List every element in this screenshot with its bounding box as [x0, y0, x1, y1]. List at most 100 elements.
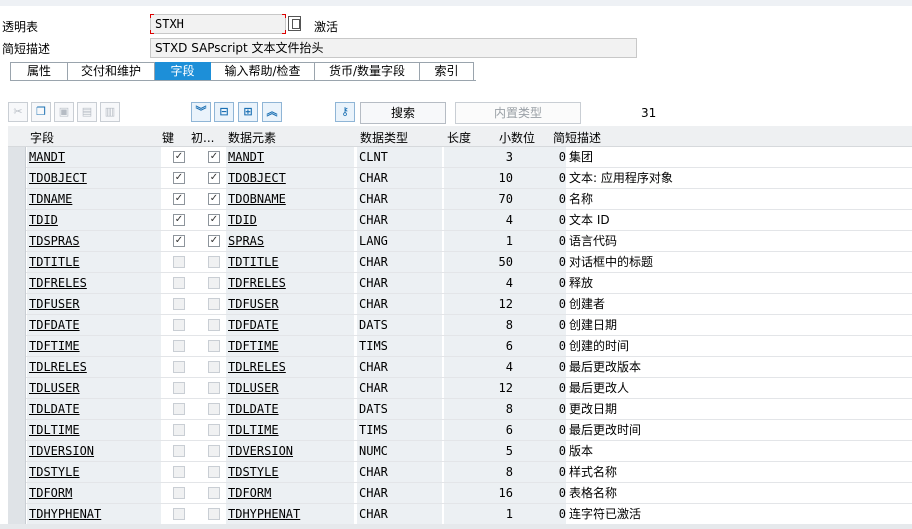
key-checkbox[interactable]	[173, 382, 185, 394]
field-name-cell[interactable]: TDFRELES	[27, 273, 161, 293]
initial-cell[interactable]: ✓	[202, 147, 228, 167]
data-element-cell[interactable]: TDFDATE	[226, 315, 354, 335]
length-cell[interactable]: 1	[444, 231, 516, 251]
key-cell[interactable]	[167, 378, 193, 398]
copy-icon[interactable]	[288, 16, 301, 31]
table-row[interactable]: TDSPRAS ✓ ✓ SPRAS LANG 1 0 语言代码	[26, 231, 912, 252]
decimals-cell[interactable]: 0	[516, 273, 566, 293]
field-name-cell[interactable]: TDLUSER	[27, 378, 161, 398]
initial-cell[interactable]	[202, 336, 228, 356]
key-checkbox[interactable]	[173, 361, 185, 373]
field-name-cell[interactable]: MANDT	[27, 147, 161, 167]
table-row[interactable]: TDOBJECT ✓ ✓ TDOBJECT CHAR 10 0 文本: 应用程序对象	[26, 168, 912, 189]
field-name-cell[interactable]: TDSTYLE	[27, 462, 161, 482]
decimals-cell[interactable]: 0	[516, 483, 566, 503]
cut-row-button[interactable]: ✂	[8, 102, 28, 122]
table-row[interactable]: TDFDATE TDFDATE DATS 8 0 创建日期	[26, 315, 912, 336]
data-type-cell[interactable]: CHAR	[357, 273, 442, 293]
decimals-cell[interactable]: 0	[516, 147, 566, 167]
horizontal-scrollbar[interactable]	[0, 524, 912, 529]
key-checkbox[interactable]	[173, 487, 185, 499]
decimals-cell[interactable]: 0	[516, 357, 566, 377]
decimals-cell[interactable]: 0	[516, 294, 566, 314]
initial-checkbox[interactable]	[208, 466, 220, 478]
data-element-cell[interactable]: TDLTIME	[226, 420, 354, 440]
table-row[interactable]: TDFORM TDFORM CHAR 16 0 表格名称	[26, 483, 912, 504]
delete-row-button[interactable]: ▥	[100, 102, 120, 122]
initial-checkbox[interactable]: ✓	[208, 193, 220, 205]
key-checkbox[interactable]	[173, 508, 185, 520]
length-cell[interactable]: 4	[444, 357, 516, 377]
decimals-cell[interactable]: 0	[516, 189, 566, 209]
key-cell[interactable]	[167, 441, 193, 461]
initial-checkbox[interactable]: ✓	[208, 172, 220, 184]
key-cell[interactable]	[167, 462, 193, 482]
table-row[interactable]: TDVERSION TDVERSION NUMC 5 0 版本	[26, 441, 912, 462]
initial-checkbox[interactable]	[208, 277, 220, 289]
initial-checkbox[interactable]	[208, 361, 220, 373]
field-name-cell[interactable]: TDNAME	[27, 189, 161, 209]
tab-input-help[interactable]: 输入帮助/检查	[211, 62, 315, 81]
initial-checkbox[interactable]	[208, 298, 220, 310]
col-length[interactable]: 长度	[447, 129, 471, 146]
key-checkbox[interactable]	[173, 277, 185, 289]
tab-fields[interactable]: 字段	[155, 62, 211, 81]
initial-cell[interactable]: ✓	[202, 168, 228, 188]
key-cell[interactable]	[167, 420, 193, 440]
decimals-cell[interactable]: 0	[516, 504, 566, 524]
key-cell[interactable]	[167, 252, 193, 272]
table-name-field[interactable]: STXH	[150, 14, 286, 34]
field-name-cell[interactable]: TDLDATE	[27, 399, 161, 419]
key-cell[interactable]	[167, 399, 193, 419]
length-cell[interactable]: 12	[444, 378, 516, 398]
initial-cell[interactable]: ✓	[202, 231, 228, 251]
paste-row-button[interactable]: ▣	[54, 102, 74, 122]
row-selector-column[interactable]	[8, 147, 26, 529]
col-key[interactable]: 键	[162, 129, 174, 146]
initial-checkbox[interactable]	[208, 256, 220, 268]
decimals-cell[interactable]: 0	[516, 378, 566, 398]
initial-cell[interactable]	[202, 483, 228, 503]
data-type-cell[interactable]: DATS	[357, 315, 442, 335]
data-element-cell[interactable]: TDFRELES	[226, 273, 354, 293]
insert-row-button[interactable]: ▤	[77, 102, 97, 122]
initial-checkbox[interactable]: ✓	[208, 151, 220, 163]
expand-button[interactable]: ︾	[191, 102, 211, 122]
data-type-cell[interactable]: CHAR	[357, 378, 442, 398]
data-element-cell[interactable]: TDVERSION	[226, 441, 354, 461]
data-element-cell[interactable]: TDLRELES	[226, 357, 354, 377]
field-name-cell[interactable]: TDOBJECT	[27, 168, 161, 188]
initial-checkbox[interactable]	[208, 340, 220, 352]
col-short-desc[interactable]: 简短描述	[553, 129, 601, 146]
col-decimals[interactable]: 小数位	[499, 129, 535, 146]
data-element-cell[interactable]: TDFUSER	[226, 294, 354, 314]
initial-cell[interactable]	[202, 420, 228, 440]
data-type-cell[interactable]: CHAR	[357, 357, 442, 377]
initial-cell[interactable]	[202, 462, 228, 482]
field-name-cell[interactable]: TDID	[27, 210, 161, 230]
field-name-cell[interactable]: TDFDATE	[27, 315, 161, 335]
decimals-cell[interactable]: 0	[516, 210, 566, 230]
key-cell[interactable]	[167, 315, 193, 335]
length-cell[interactable]: 8	[444, 462, 516, 482]
decimals-cell[interactable]: 0	[516, 315, 566, 335]
data-type-cell[interactable]: CHAR	[357, 252, 442, 272]
length-cell[interactable]: 6	[444, 420, 516, 440]
data-type-cell[interactable]: CHAR	[357, 210, 442, 230]
decimals-cell[interactable]: 0	[516, 441, 566, 461]
length-cell[interactable]: 70	[444, 189, 516, 209]
table-row[interactable]: TDTITLE TDTITLE CHAR 50 0 对话框中的标题	[26, 252, 912, 273]
initial-checkbox[interactable]: ✓	[208, 214, 220, 226]
length-cell[interactable]: 4	[444, 273, 516, 293]
table-row[interactable]: TDFTIME TDFTIME TIMS 6 0 创建的时间	[26, 336, 912, 357]
length-cell[interactable]: 16	[444, 483, 516, 503]
tab-attributes[interactable]: 属性	[10, 62, 68, 81]
data-type-cell[interactable]: CHAR	[357, 294, 442, 314]
col-initial[interactable]: 初...	[191, 129, 214, 146]
data-type-cell[interactable]: TIMS	[357, 336, 442, 356]
key-cell[interactable]	[167, 336, 193, 356]
key-checkbox[interactable]	[173, 340, 185, 352]
length-cell[interactable]: 4	[444, 210, 516, 230]
field-name-cell[interactable]: TDLTIME	[27, 420, 161, 440]
data-element-cell[interactable]: MANDT	[226, 147, 354, 167]
